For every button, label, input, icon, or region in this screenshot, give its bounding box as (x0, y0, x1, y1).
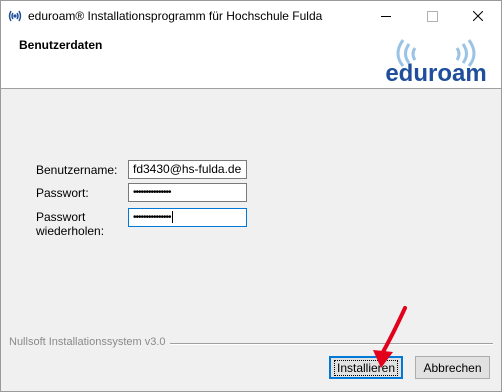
logo-text: eduroam (385, 60, 486, 85)
close-button[interactable] (455, 1, 501, 31)
minimize-icon (381, 15, 391, 17)
title-bar[interactable]: eduroam® Installationsprogramm für Hochs… (1, 1, 501, 31)
username-field[interactable]: fd3430@hs-fulda.de (128, 160, 247, 179)
page-header: Benutzerdaten eduroam (1, 31, 501, 89)
close-icon (473, 11, 483, 21)
password-repeat-label-line2: wiederholen: (36, 224, 105, 238)
password-repeat-label-line1: Passwort (36, 210, 86, 224)
page-title: Benutzerdaten (19, 38, 103, 52)
wifi-app-icon (8, 10, 22, 22)
window-title: eduroam® Installationsprogramm für Hochs… (28, 9, 323, 23)
password-masked-value: ••••••••••••••• (133, 187, 172, 198)
password-label: Passwort: (36, 186, 89, 200)
password-field[interactable]: ••••••••••••••• (128, 183, 247, 202)
installer-window: eduroam® Installationsprogramm für Hochs… (0, 0, 502, 392)
red-arrow-annotation (373, 306, 407, 368)
eduroam-logo: eduroam (385, 39, 487, 85)
minimize-button[interactable] (363, 1, 409, 31)
username-label: Benutzername: (36, 163, 118, 177)
installer-branding: Nullsoft Installationssystem v3.0 (9, 336, 170, 348)
maximize-icon (426, 10, 438, 22)
maximize-button[interactable] (409, 1, 455, 31)
password-repeat-field[interactable]: ••••••••••••••• (128, 208, 247, 227)
text-caret (171, 211, 173, 224)
password-repeat-masked-value: ••••••••••••••• (133, 212, 172, 223)
cancel-button[interactable]: Abbrechen (415, 356, 490, 379)
